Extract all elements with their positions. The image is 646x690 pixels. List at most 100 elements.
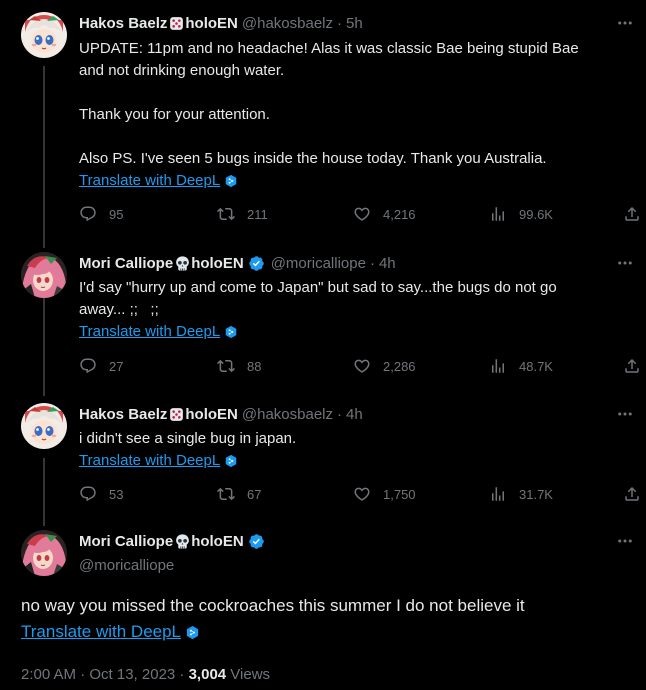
tweet-timestamp[interactable]: 2:00 AM · Oct 13, 2023 · — [21, 666, 189, 683]
views-count: 99.6K — [519, 206, 553, 222]
reply-button[interactable]: 53 — [79, 485, 123, 503]
reply-button[interactable]: 27 — [79, 357, 123, 375]
reply-button[interactable]: 95 — [79, 205, 123, 223]
retweet-count: 211 — [247, 206, 268, 222]
translate-label: Translate with DeepL — [79, 452, 221, 469]
display-name[interactable]: Hakos Baelz — [79, 406, 167, 423]
display-name[interactable]: Hakos Baelz — [79, 15, 167, 32]
deepl-icon — [224, 174, 238, 188]
display-name-affil[interactable]: holoEN — [191, 255, 244, 272]
translate-link[interactable]: Translate with DeepL — [21, 620, 200, 644]
translate-link[interactable]: Translate with DeepL — [79, 321, 238, 343]
views-button[interactable]: 48.7K — [489, 357, 553, 375]
views-button[interactable]: 99.6K — [489, 205, 553, 223]
tweet-meta: 2:00 AM · Oct 13, 2023 · 3,004 Views — [21, 666, 270, 683]
deepl-icon — [224, 325, 238, 339]
tweet-line: Also PS. I've seen 5 bugs inside the hou… — [79, 150, 547, 167]
heart-icon — [353, 357, 371, 375]
more-icon[interactable] — [616, 14, 634, 32]
retweet-button[interactable]: 88 — [217, 357, 261, 375]
tweet-line: away... ;; ;; — [79, 301, 159, 318]
handle-row: @moricalliope — [79, 554, 174, 576]
display-name-affil[interactable]: holoEN — [185, 406, 238, 423]
timestamp[interactable]: 4h — [379, 255, 396, 272]
skull-emoji-icon — [174, 533, 191, 550]
translate-label: Translate with DeepL — [79, 323, 221, 340]
die-emoji-icon — [168, 406, 185, 423]
deepl-icon — [185, 625, 200, 640]
tweet-text: i didn't see a single bug in japan. — [79, 428, 635, 450]
tweet-header: Mori Calliope holoEN — [79, 530, 265, 552]
share-icon — [623, 357, 641, 375]
translate-label: Translate with DeepL — [21, 622, 182, 641]
thread-connector — [43, 458, 45, 526]
like-button[interactable]: 2,286 — [353, 357, 416, 375]
heart-icon — [353, 485, 371, 503]
like-count: 2,286 — [383, 358, 416, 374]
avatar[interactable] — [21, 403, 67, 449]
thread-connector — [43, 66, 45, 248]
separator-dot: · — [337, 14, 342, 32]
reply-count: 53 — [109, 486, 124, 502]
translate-link[interactable]: Translate with DeepL — [79, 170, 238, 192]
heart-icon — [353, 205, 371, 223]
like-count: 4,216 — [383, 206, 416, 222]
tweet-header: Hakos Baelz holoEN @hakosbaelz · 4h — [79, 403, 363, 425]
handle[interactable]: @hakosbaelz — [242, 15, 333, 32]
reply-icon — [79, 357, 97, 375]
more-icon[interactable] — [616, 254, 634, 272]
timestamp[interactable]: 5h — [346, 15, 363, 32]
display-name[interactable]: Mori Calliope — [79, 255, 173, 272]
handle[interactable]: @moricalliope — [271, 255, 366, 272]
separator-dot: · — [337, 405, 342, 423]
tweet-text: I'd say "hurry up and come to Japan" but… — [79, 277, 635, 321]
display-name-affil[interactable]: holoEN — [185, 15, 238, 32]
retweet-button[interactable]: 211 — [217, 205, 268, 223]
display-name[interactable]: Mori Calliope — [79, 533, 173, 550]
share-button[interactable] — [623, 357, 641, 375]
avatar[interactable] — [21, 530, 67, 576]
translate-link[interactable]: Translate with DeepL — [79, 450, 238, 472]
verified-badge-icon[interactable] — [248, 533, 265, 550]
like-button[interactable]: 1,750 — [353, 485, 416, 503]
views-icon — [489, 357, 507, 375]
share-button[interactable] — [623, 485, 641, 503]
verified-badge-icon[interactable] — [248, 255, 265, 272]
share-button[interactable] — [623, 205, 641, 223]
die-emoji-icon — [168, 15, 185, 32]
tweet-header: Hakos Baelz holoEN @hakosbaelz · 5h — [79, 12, 363, 34]
tweet-header: Mori Calliope holoEN @moricalliope · 4h — [79, 252, 396, 274]
deepl-icon — [224, 454, 238, 468]
retweet-icon — [217, 357, 235, 375]
action-bar: 27 88 2,286 48.7K — [79, 357, 643, 379]
avatar[interactable] — [21, 12, 67, 58]
display-name-affil[interactable]: holoEN — [191, 533, 244, 550]
views-button[interactable]: 31.7K — [489, 485, 553, 503]
views-icon — [489, 485, 507, 503]
tweet-line: UPDATE: 11pm and no headache! Alas it wa… — [79, 40, 579, 57]
tweet-line: Thank you for your attention. — [79, 106, 270, 123]
tweet-line: I'd say "hurry up and come to Japan" but… — [79, 279, 557, 296]
more-icon[interactable] — [616, 532, 634, 550]
handle[interactable]: @moricalliope — [79, 557, 174, 574]
timestamp[interactable]: 4h — [346, 406, 363, 423]
tweet-line — [79, 82, 635, 104]
more-icon[interactable] — [616, 405, 634, 423]
separator-dot: · — [369, 254, 375, 272]
like-button[interactable]: 4,216 — [353, 205, 416, 223]
views-count: 48.7K — [519, 358, 553, 374]
tweet-line — [79, 126, 635, 148]
avatar[interactable] — [21, 252, 67, 298]
handle[interactable]: @hakosbaelz — [242, 406, 333, 423]
action-bar: 53 67 1,750 31.7K — [79, 485, 643, 507]
tweet-line: and not drinking enough water. — [79, 62, 285, 79]
skull-emoji-icon — [174, 255, 191, 272]
views-count: 31.7K — [519, 486, 553, 502]
share-icon — [623, 485, 641, 503]
retweet-button[interactable]: 67 — [217, 485, 261, 503]
views-label: Views — [226, 666, 271, 683]
reply-count: 27 — [109, 358, 124, 374]
views-count: 3,004 — [188, 666, 227, 683]
main-tweet[interactable]: Mori Calliope holoEN @moricalliope no wa… — [0, 530, 646, 690]
retweet-icon — [217, 205, 235, 223]
